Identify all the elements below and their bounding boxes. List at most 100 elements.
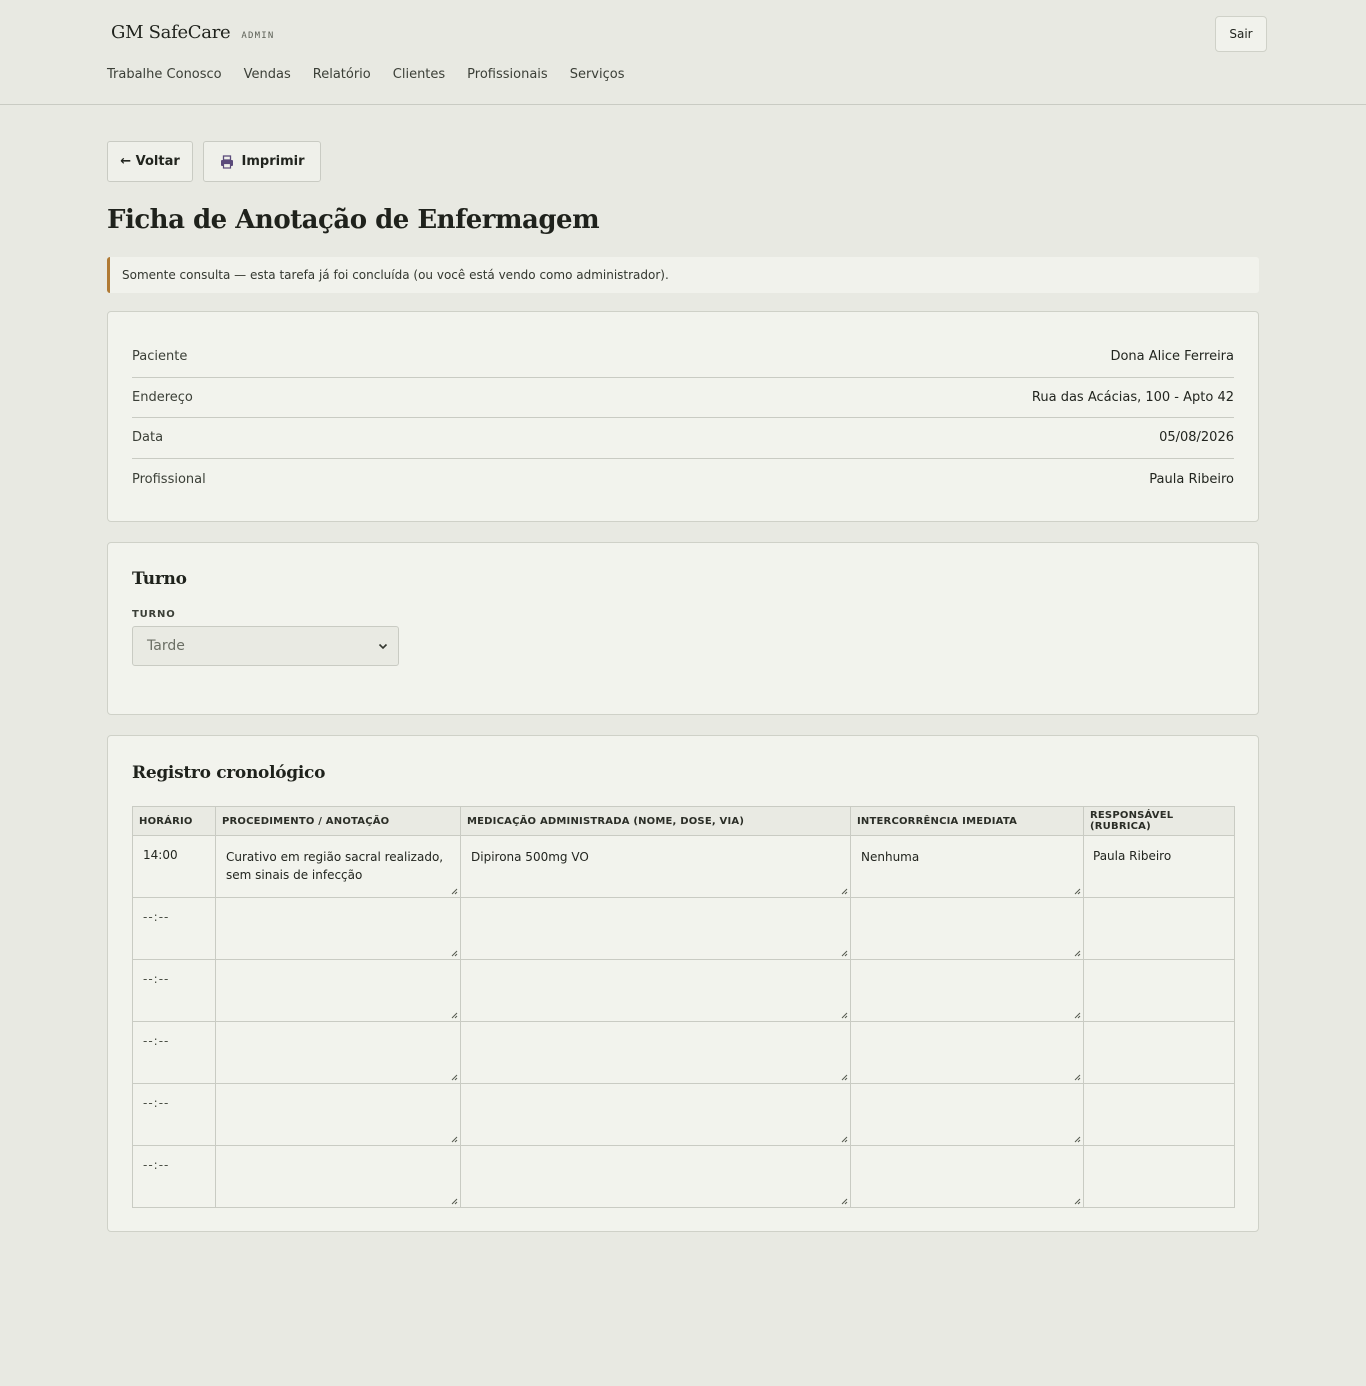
top-bar: GM SafeCare ADMIN Trabalhe Conosco Venda… xyxy=(0,0,1366,105)
nav-clientes[interactable]: Clientes xyxy=(393,67,445,82)
procedure-cell xyxy=(215,1145,461,1208)
info-row-professional: Profissional Paula Ribeiro xyxy=(132,459,1234,500)
time-input[interactable]: --:-- xyxy=(132,1021,216,1084)
resize-handle-icon[interactable] xyxy=(450,887,458,895)
resize-handle-icon[interactable] xyxy=(840,949,848,957)
medication-cell xyxy=(460,1021,851,1084)
incident-textarea[interactable]: Nenhuma xyxy=(857,841,1077,891)
resize-handle-icon[interactable] xyxy=(450,949,458,957)
col-incident-header: INTERCORRÊNCIA IMEDIATA xyxy=(850,806,1084,836)
time-input[interactable]: --:-- xyxy=(132,897,216,960)
resize-handle-icon[interactable] xyxy=(840,1011,848,1019)
info-value: Rua das Acácias, 100 - Apto 42 xyxy=(1031,389,1234,405)
col-responsible-header: RESPONSÁVEL (RUBRICA) xyxy=(1083,806,1235,836)
print-button[interactable]: Imprimir xyxy=(203,141,321,182)
col-procedure-header: PROCEDIMENTO / ANOTAÇÃO xyxy=(215,806,461,836)
resize-handle-icon[interactable] xyxy=(1073,1011,1081,1019)
info-label: Profissional xyxy=(132,471,206,487)
shift-field-label: TURNO xyxy=(132,609,176,620)
procedure-textarea[interactable]: Curativo em região sacral realizado, sem… xyxy=(222,841,454,891)
time-input[interactable]: 14:00 xyxy=(132,835,216,898)
time-input[interactable]: --:-- xyxy=(132,1083,216,1146)
brand[interactable]: GM SafeCare ADMIN xyxy=(111,22,274,43)
page-title: Ficha de Anotação de Enfermagem xyxy=(107,205,600,235)
resize-handle-icon[interactable] xyxy=(840,887,848,895)
resize-handle-icon[interactable] xyxy=(1073,949,1081,957)
info-value: 05/08/2026 xyxy=(1159,430,1234,446)
medication-textarea[interactable] xyxy=(467,1089,844,1139)
incident-textarea[interactable] xyxy=(857,1089,1077,1139)
procedure-textarea[interactable] xyxy=(222,965,454,1015)
procedure-textarea[interactable] xyxy=(222,1089,454,1139)
time-input[interactable]: --:-- xyxy=(132,959,216,1022)
table-row: --:-- xyxy=(132,959,1235,1022)
chronological-log-card: Registro cronológico HORÁRIO PROCEDIMENT… xyxy=(107,735,1259,1232)
incident-textarea[interactable] xyxy=(857,1151,1077,1201)
incident-textarea[interactable] xyxy=(857,965,1077,1015)
info-row-patient: Paciente Dona Alice Ferreira xyxy=(132,337,1234,378)
incident-cell xyxy=(850,959,1084,1022)
responsible-cell xyxy=(1083,897,1235,960)
back-button[interactable]: ← Voltar xyxy=(107,141,193,182)
info-label: Endereço xyxy=(132,389,193,405)
log-table: HORÁRIO PROCEDIMENTO / ANOTAÇÃO MEDICAÇÃ… xyxy=(132,806,1235,1208)
chevron-down-icon xyxy=(378,643,388,650)
resize-handle-icon[interactable] xyxy=(840,1135,848,1143)
action-bar: ← Voltar Imprimir xyxy=(107,141,321,182)
medication-textarea[interactable] xyxy=(467,965,844,1015)
procedure-textarea[interactable] xyxy=(222,1151,454,1201)
medication-textarea[interactable] xyxy=(467,903,844,953)
medication-textarea[interactable]: Dipirona 500mg VO xyxy=(467,841,844,891)
resize-handle-icon[interactable] xyxy=(1073,887,1081,895)
incident-cell: Nenhuma xyxy=(850,835,1084,898)
logout-button[interactable]: Sair xyxy=(1215,16,1267,52)
incident-textarea[interactable] xyxy=(857,1027,1077,1077)
resize-handle-icon[interactable] xyxy=(450,1135,458,1143)
medication-textarea[interactable] xyxy=(467,1151,844,1201)
procedure-cell xyxy=(215,897,461,960)
nav-trabalhe-conosco[interactable]: Trabalhe Conosco xyxy=(107,67,222,82)
incident-textarea[interactable] xyxy=(857,903,1077,953)
info-value: Paula Ribeiro xyxy=(1149,471,1234,487)
col-time-header: HORÁRIO xyxy=(132,806,216,836)
resize-handle-icon[interactable] xyxy=(450,1197,458,1205)
responsible-cell xyxy=(1083,959,1235,1022)
nav-servicos[interactable]: Serviços xyxy=(570,67,625,82)
procedure-cell xyxy=(215,959,461,1022)
resize-handle-icon[interactable] xyxy=(1073,1135,1081,1143)
nav-vendas[interactable]: Vendas xyxy=(244,67,291,82)
info-value: Dona Alice Ferreira xyxy=(1110,349,1234,365)
resize-handle-icon[interactable] xyxy=(1073,1197,1081,1205)
procedure-cell xyxy=(215,1083,461,1146)
responsible-cell: Paula Ribeiro xyxy=(1083,835,1235,898)
nav-profissionais[interactable]: Profissionais xyxy=(467,67,548,82)
resize-handle-icon[interactable] xyxy=(840,1073,848,1081)
brand-name[interactable]: GM SafeCare xyxy=(111,22,231,43)
back-button-label: ← Voltar xyxy=(120,154,180,169)
col-medication-header: MEDICAÇÃO ADMINISTRADA (NOME, DOSE, VIA) xyxy=(460,806,851,836)
procedure-cell: Curativo em região sacral realizado, sem… xyxy=(215,835,461,898)
table-row: --:-- xyxy=(132,1083,1235,1146)
main-nav: Trabalhe Conosco Vendas Relatório Client… xyxy=(107,67,624,82)
incident-cell xyxy=(850,1145,1084,1208)
readonly-notice: Somente consulta — esta tarefa já foi co… xyxy=(107,257,1259,293)
medication-textarea[interactable] xyxy=(467,1027,844,1077)
resize-handle-icon[interactable] xyxy=(450,1011,458,1019)
info-label: Paciente xyxy=(132,349,188,365)
time-input[interactable]: --:-- xyxy=(132,1145,216,1208)
resize-handle-icon[interactable] xyxy=(840,1197,848,1205)
print-button-label: Imprimir xyxy=(241,154,305,169)
responsible-cell xyxy=(1083,1021,1235,1084)
resize-handle-icon[interactable] xyxy=(1073,1073,1081,1081)
incident-cell xyxy=(850,1083,1084,1146)
medication-cell xyxy=(460,897,851,960)
info-row-date: Data 05/08/2026 xyxy=(132,418,1234,459)
nav-relatorio[interactable]: Relatório xyxy=(313,67,371,82)
procedure-textarea[interactable] xyxy=(222,903,454,953)
shift-select[interactable]: Tarde xyxy=(132,626,399,666)
resize-handle-icon[interactable] xyxy=(450,1073,458,1081)
brand-tag: ADMIN xyxy=(241,31,275,41)
shift-card: Turno TURNO Tarde xyxy=(107,542,1259,715)
procedure-textarea[interactable] xyxy=(222,1027,454,1077)
table-row: --:-- xyxy=(132,1145,1235,1208)
